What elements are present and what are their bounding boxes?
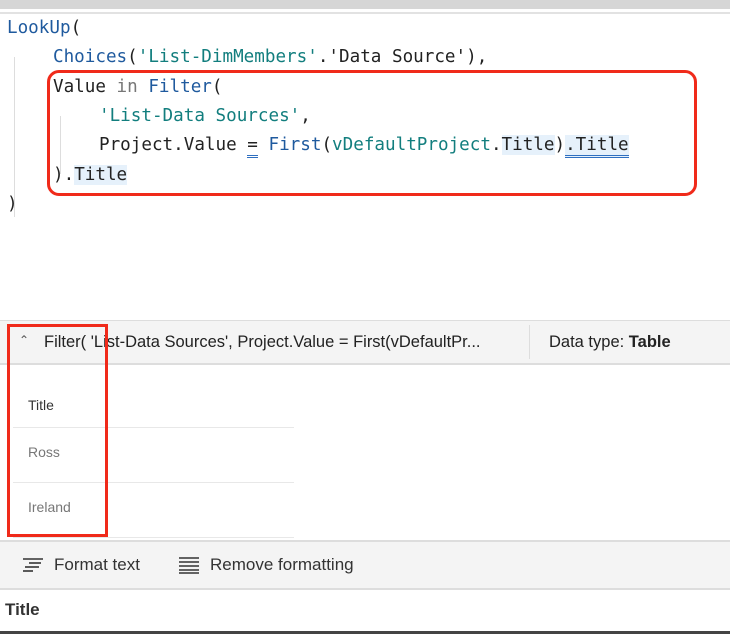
code-token: ) xyxy=(7,193,18,214)
row-divider xyxy=(13,537,294,538)
format-toolbar: Format text Remove formatting xyxy=(0,540,730,590)
code-token: ( xyxy=(70,18,82,38)
result-expression: Filter( 'List-Data Sources', Project.Val… xyxy=(44,333,481,351)
remove-formatting-icon xyxy=(179,557,199,574)
highlight-box-column xyxy=(7,324,108,537)
property-label: Title xyxy=(5,600,40,619)
format-text-button[interactable]: Format text xyxy=(22,555,140,575)
highlight-box-filter xyxy=(47,70,697,196)
data-type: Data type: Table xyxy=(549,333,671,352)
code-token: ( xyxy=(127,47,138,68)
code-token: Choices xyxy=(53,47,128,68)
result-preview-bar: ⌃ Filter( 'List-Data Sources', Project.V… xyxy=(0,320,730,365)
code-token: LookUp xyxy=(7,18,71,38)
format-text-label: Format text xyxy=(54,555,140,574)
window-top-bar xyxy=(0,0,730,9)
code-line[interactable]: Choices('List-DimMembers'.'Data Source')… xyxy=(53,43,487,72)
divider xyxy=(529,325,530,359)
code-line[interactable]: ) xyxy=(7,190,18,219)
code-token: .'Data Source' xyxy=(317,47,467,68)
code-token: ), xyxy=(466,47,488,68)
code-line[interactable]: LookUp( xyxy=(7,14,81,43)
data-type-label: Data type: xyxy=(549,333,629,351)
code-token: 'List-DimMembers' xyxy=(137,47,318,68)
remove-formatting-button[interactable]: Remove formatting xyxy=(178,555,354,575)
format-text-icon xyxy=(23,558,43,572)
data-type-value: Table xyxy=(628,333,671,351)
remove-formatting-label: Remove formatting xyxy=(210,555,354,574)
